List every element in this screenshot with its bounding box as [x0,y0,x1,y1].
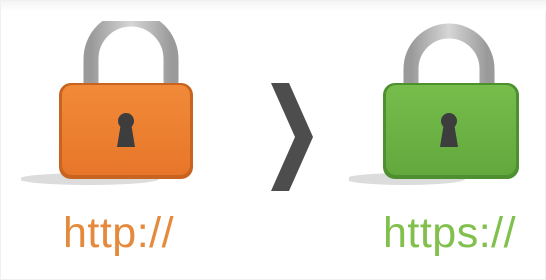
http-label: http:// [63,209,175,257]
closed-padlock-icon [349,21,529,191]
shackle [403,23,495,95]
top-edge-shade [1,1,546,11]
open-padlock-graphic [21,21,193,185]
closed-padlock-graphic [349,23,519,185]
chevron-graphic [271,83,313,191]
https-label: https:// [383,209,517,257]
shackle [83,21,179,91]
http-to-https-illustration: http:// https:// [0,0,546,280]
open-padlock-icon [21,21,201,191]
chevron-right-icon [271,83,313,191]
